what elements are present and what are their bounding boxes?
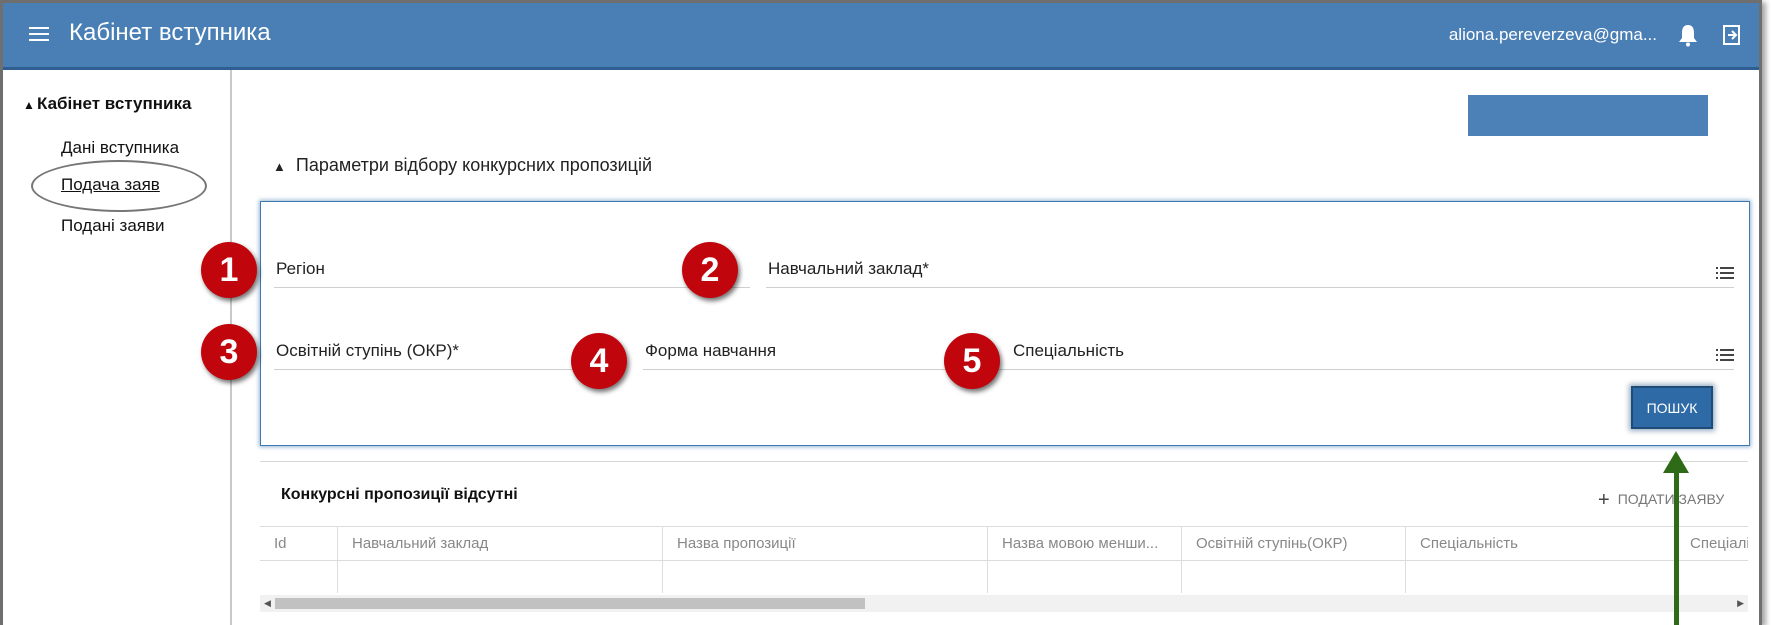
step-badge-4: 4	[571, 333, 627, 389]
arrow-up-icon	[1663, 451, 1689, 473]
sidebar-item-submit-applications[interactable]: Подача заяв	[61, 175, 160, 195]
table-cell	[663, 561, 988, 593]
step-badge-5: 5	[944, 333, 1000, 389]
step-badge-2: 2	[682, 242, 738, 298]
user-email[interactable]: aliona.pereverzeva@gma...	[1449, 25, 1657, 45]
region-label: Регіон	[276, 259, 325, 278]
app-title: Кабінет вступника	[69, 19, 271, 46]
offers-table: Id Навчальний заклад Назва пропозиції На…	[260, 526, 1748, 593]
top-app-bar: Кабінет вступника aliona.pereverzeva@gma…	[3, 3, 1759, 70]
hamburger-menu-icon[interactable]	[29, 23, 49, 45]
specialty-field[interactable]: Спеціальність	[1011, 339, 1734, 370]
table-cell	[988, 561, 1182, 593]
table-cell	[1182, 561, 1406, 593]
filter-panel: Регіон Навчальний заклад* Освітній ступі…	[260, 201, 1750, 446]
column-header-degree[interactable]: Освітній ступінь(ОКР)	[1182, 527, 1406, 560]
sidebar: ▲ Кабінет вступника Дані вступника Подача…	[3, 70, 232, 625]
degree-field[interactable]: Освітній ступінь (ОКР)*	[274, 339, 584, 370]
divider	[260, 461, 1748, 462]
column-header-specialty[interactable]: Спеціальність	[1406, 527, 1676, 560]
column-header-specialization[interactable]: Спеціалізація	[1676, 527, 1748, 560]
sidebar-item-applicant-data[interactable]: Дані вступника	[61, 138, 179, 158]
column-header-offer-name[interactable]: Назва пропозиції	[663, 527, 988, 560]
chevron-up-icon: ▲	[273, 159, 286, 174]
list-picker-icon[interactable]	[1716, 347, 1734, 363]
bell-icon[interactable]	[1677, 23, 1699, 47]
table-cell	[260, 561, 338, 593]
sidebar-item-submitted-applications[interactable]: Подані заяви	[61, 216, 165, 236]
step-badge-3: 3	[201, 324, 257, 380]
submit-application-label: ПОДАТИ ЗАЯВУ	[1617, 491, 1725, 507]
blank-action-button[interactable]	[1468, 95, 1708, 136]
submit-application-button[interactable]: + ПОДАТИ ЗАЯВУ	[1598, 487, 1725, 511]
school-label: Навчальний заклад*	[768, 259, 929, 278]
filter-section-title: Параметри відбору конкурсних пропозицій	[295, 155, 653, 175]
specialty-label: Спеціальність	[1013, 341, 1124, 360]
column-header-id[interactable]: Id	[260, 527, 338, 560]
app-window: Кабінет вступника aliona.pereverzeva@gma…	[0, 0, 1762, 625]
scroll-left-icon[interactable]: ◀	[264, 598, 271, 609]
table-cell	[1406, 561, 1676, 593]
school-field[interactable]: Навчальний заклад*	[766, 257, 1734, 288]
list-picker-icon[interactable]	[1716, 265, 1734, 281]
search-button[interactable]: ПОШУК	[1631, 386, 1713, 429]
degree-label: Освітній ступінь (ОКР)*	[276, 341, 460, 360]
region-field[interactable]: Регіон	[274, 257, 750, 288]
annotation-arrow	[1674, 468, 1679, 625]
table-row	[260, 560, 1748, 593]
scroll-right-icon[interactable]: ▶	[1737, 598, 1744, 609]
sidebar-heading-label: Кабінет вступника	[37, 94, 192, 113]
horizontal-scrollbar[interactable]: ◀ ▶	[260, 595, 1748, 612]
study-form-label: Форма навчання	[645, 341, 777, 360]
step-badge-1: 1	[201, 242, 257, 298]
column-header-school[interactable]: Навчальний заклад	[338, 527, 663, 560]
sidebar-section-toggle[interactable]: ▲ Кабінет вступника	[23, 94, 191, 114]
table-title: Конкурсні пропозиції відсутні	[281, 486, 518, 503]
column-header-minority-language-name[interactable]: Назва мовою менши...	[988, 527, 1182, 560]
logout-icon[interactable]	[1721, 23, 1743, 47]
chevron-up-icon: ▲	[23, 98, 35, 112]
scrollbar-thumb[interactable]	[275, 598, 865, 609]
table-cell	[338, 561, 663, 593]
filter-section-toggle[interactable]: ▲ Параметри відбору конкурсних пропозицій	[273, 155, 652, 176]
plus-icon: +	[1598, 489, 1610, 511]
